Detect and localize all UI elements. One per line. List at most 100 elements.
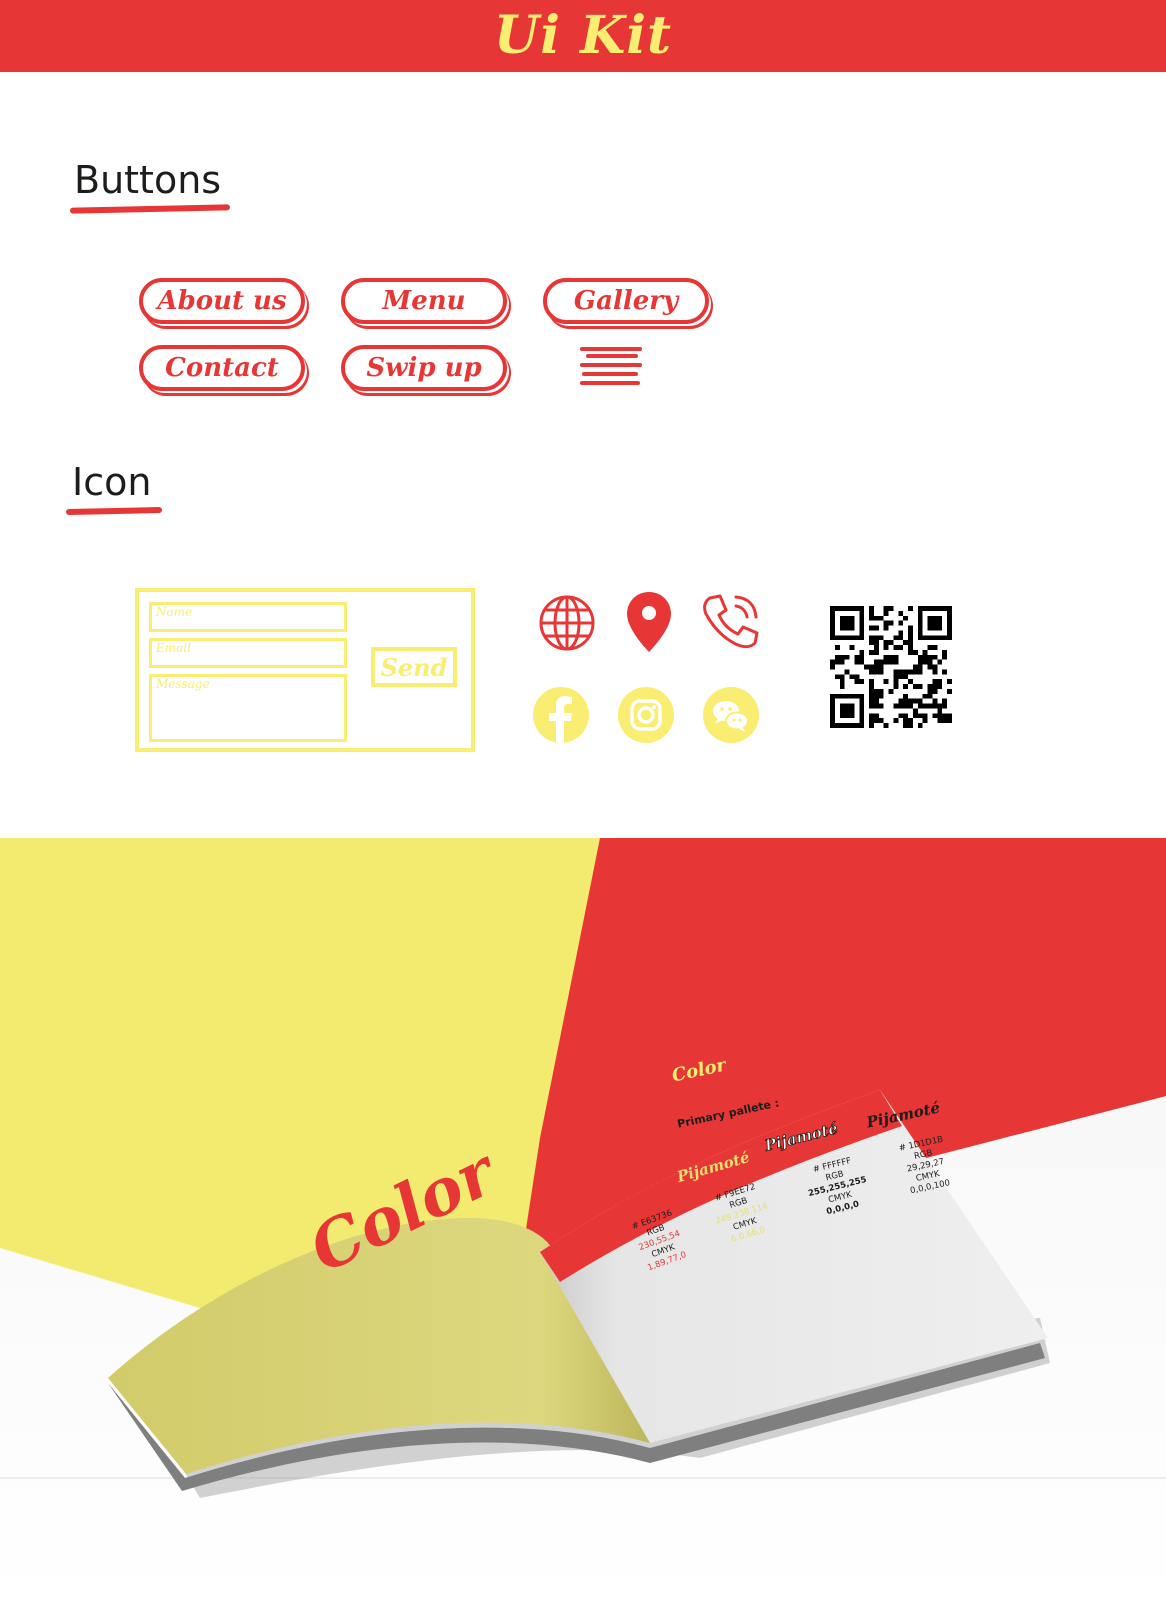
wechat-icon[interactable] bbox=[702, 686, 760, 744]
instagram-icon[interactable] bbox=[617, 686, 675, 744]
qr-module bbox=[839, 674, 845, 680]
qr-module bbox=[903, 669, 909, 675]
qr-module bbox=[922, 659, 928, 665]
qr-module bbox=[942, 654, 948, 660]
buttons-heading-underline bbox=[69, 204, 231, 214]
header-banner: Ui Kit bbox=[0, 0, 1166, 72]
qr-module bbox=[922, 693, 928, 699]
qr-module bbox=[873, 615, 879, 621]
qr-module bbox=[869, 615, 874, 621]
email-field[interactable]: Email bbox=[149, 638, 347, 668]
globe-icon[interactable] bbox=[538, 594, 596, 652]
send-button[interactable]: Send bbox=[371, 647, 457, 687]
qr-module bbox=[903, 615, 909, 621]
qr-module bbox=[947, 635, 952, 641]
qr-module bbox=[903, 693, 909, 699]
qr-module bbox=[937, 615, 943, 621]
qr-module bbox=[912, 684, 918, 689]
about-us-button[interactable]: About us bbox=[139, 278, 305, 324]
qr-module bbox=[903, 674, 909, 680]
qr-module bbox=[849, 674, 855, 680]
qr-module bbox=[873, 645, 879, 650]
qr-module bbox=[839, 635, 845, 641]
location-pin-icon[interactable] bbox=[625, 590, 673, 654]
qr-module bbox=[917, 635, 923, 641]
phone-icon[interactable] bbox=[700, 592, 762, 652]
qr-module bbox=[839, 606, 845, 611]
brochure-mockup: Color Color Primary pallete : Pijamoté P… bbox=[0, 838, 1166, 1600]
qr-module bbox=[922, 635, 928, 641]
swip-up-button[interactable]: Swip up bbox=[341, 345, 507, 391]
qr-module bbox=[859, 615, 865, 621]
qr-module bbox=[922, 713, 928, 719]
qr-module bbox=[883, 679, 889, 685]
qr-module bbox=[859, 659, 865, 665]
qr-module bbox=[917, 610, 923, 616]
qr-module bbox=[937, 620, 943, 626]
qr-module bbox=[903, 703, 909, 709]
qr-module bbox=[937, 708, 943, 714]
qr-module bbox=[927, 635, 933, 641]
qr-module bbox=[869, 703, 874, 709]
qr-module bbox=[947, 713, 952, 719]
qr-module bbox=[859, 606, 865, 611]
qr-module bbox=[947, 620, 952, 626]
message-field[interactable]: Message bbox=[149, 674, 347, 742]
qr-module bbox=[932, 698, 938, 704]
qr-module bbox=[942, 606, 948, 611]
qr-module bbox=[917, 698, 923, 704]
qr-module bbox=[869, 635, 874, 641]
qr-module bbox=[937, 659, 943, 665]
qr-module bbox=[912, 669, 918, 675]
qr-module bbox=[908, 649, 913, 655]
email-placeholder: Email bbox=[156, 641, 191, 655]
qr-module bbox=[859, 718, 865, 724]
qr-module bbox=[893, 669, 899, 675]
qr-module bbox=[898, 635, 904, 641]
qr-module bbox=[873, 698, 879, 704]
qr-module bbox=[878, 635, 884, 641]
qr-module bbox=[834, 635, 840, 641]
qr-module bbox=[849, 620, 855, 626]
qr-module bbox=[947, 630, 952, 636]
qr-module bbox=[834, 659, 840, 665]
qr-module bbox=[942, 713, 948, 719]
qr-module bbox=[898, 674, 904, 680]
name-field[interactable]: Name bbox=[149, 602, 347, 632]
qr-module bbox=[917, 654, 923, 660]
icon-section-title: Icon bbox=[72, 460, 151, 504]
qr-module bbox=[873, 625, 879, 631]
facebook-icon[interactable] bbox=[532, 686, 590, 744]
gallery-button[interactable]: Gallery bbox=[543, 278, 709, 324]
qr-module bbox=[849, 615, 855, 621]
qr-module bbox=[849, 635, 855, 641]
qr-module bbox=[859, 620, 865, 626]
qr-module bbox=[869, 640, 874, 646]
qr-module bbox=[947, 606, 952, 611]
qr-module bbox=[839, 713, 845, 719]
qr-module bbox=[908, 625, 913, 631]
qr-module bbox=[878, 615, 884, 621]
qr-module bbox=[898, 610, 904, 616]
qr-module bbox=[898, 630, 904, 636]
qr-module bbox=[834, 674, 840, 680]
qr-module bbox=[830, 615, 835, 621]
qr-module bbox=[903, 713, 909, 719]
qr-module bbox=[903, 684, 909, 689]
contact-button[interactable]: Contact bbox=[139, 345, 305, 391]
qr-module bbox=[932, 679, 938, 685]
qr-module bbox=[839, 620, 845, 626]
name-placeholder: Name bbox=[156, 605, 193, 619]
qr-module bbox=[873, 649, 879, 655]
qr-module bbox=[932, 635, 938, 641]
qr-module bbox=[927, 620, 933, 626]
menu-button[interactable]: Menu bbox=[341, 278, 507, 324]
qr-module bbox=[844, 606, 850, 611]
qr-module bbox=[869, 688, 874, 694]
qr-module bbox=[927, 684, 933, 689]
qr-module bbox=[859, 698, 865, 704]
qr-module bbox=[854, 659, 860, 665]
qr-module bbox=[883, 620, 889, 626]
qr-module bbox=[834, 654, 840, 660]
hamburger-menu-icon[interactable] bbox=[580, 345, 642, 385]
